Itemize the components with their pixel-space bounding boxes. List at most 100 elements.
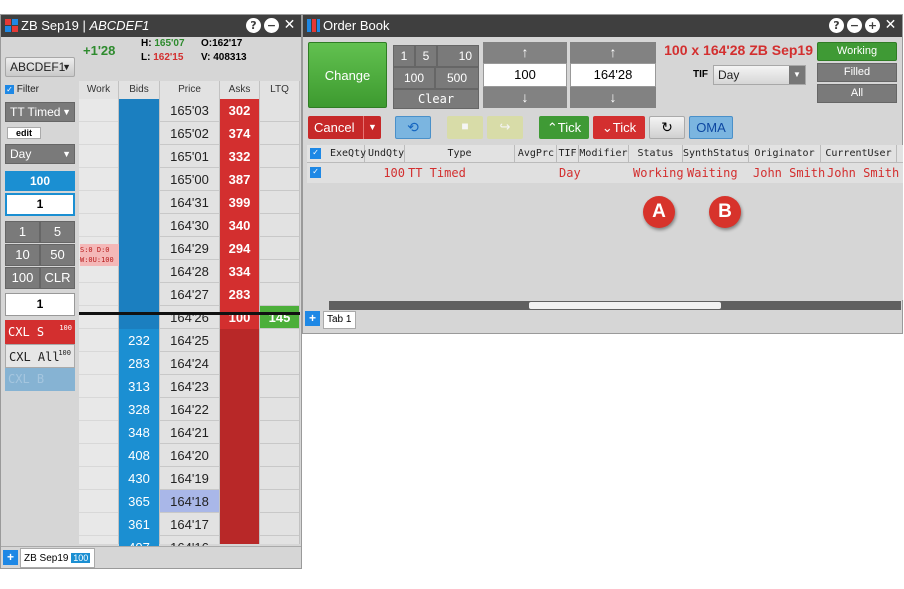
work-cell[interactable] — [79, 145, 118, 168]
work-cell[interactable] — [79, 122, 118, 145]
work-cell[interactable] — [79, 99, 118, 122]
bid-cell[interactable]: 408 — [119, 444, 159, 467]
select-all-checkbox[interactable]: ✓ — [310, 148, 321, 159]
help-icon[interactable]: ? — [246, 18, 261, 33]
cancel-all-button[interactable]: CXL All 100 — [5, 344, 75, 368]
work-cell[interactable] — [79, 444, 118, 467]
ob-qty-input[interactable]: 100 — [483, 63, 567, 87]
price-up-arrow-icon[interactable]: ↑ — [570, 42, 656, 63]
minimize-icon[interactable]: − — [264, 18, 279, 33]
price-cell[interactable]: 164'18 — [160, 490, 219, 513]
ltq-column[interactable]: 145 — [260, 99, 300, 559]
filter-checkbox[interactable]: ✓ Filter — [5, 84, 39, 95]
stop-icon[interactable]: ■ — [447, 116, 483, 139]
filter-all-button[interactable]: All — [817, 84, 897, 103]
scrollbar-thumb[interactable] — [529, 302, 721, 309]
price-column[interactable]: 165'03 165'02 165'01 165'00 164'31 164'30 164'… — [160, 99, 220, 559]
add-tab-icon[interactable]: + — [3, 550, 18, 565]
ask-cell[interactable]: 332 — [220, 145, 259, 168]
ask-cell[interactable] — [220, 375, 259, 398]
bid-cell[interactable] — [119, 214, 159, 237]
ladder-tab[interactable]: ZB Sep19 100 — [20, 548, 95, 568]
price-cell[interactable]: 164'21 — [160, 421, 219, 444]
price-cell[interactable]: 165'00 — [160, 168, 219, 191]
price-cell[interactable]: 164'25 — [160, 329, 219, 352]
help-icon[interactable]: ? — [829, 18, 844, 33]
bid-cell[interactable] — [119, 99, 159, 122]
ob-qty-button-1[interactable]: 1 — [393, 45, 415, 67]
price-cell[interactable]: 164'22 — [160, 398, 219, 421]
column-header-originator[interactable]: Originator — [749, 145, 821, 163]
work-cell[interactable] — [79, 375, 118, 398]
close-icon[interactable]: ✕ — [282, 18, 297, 33]
qty-button-100[interactable]: 100 — [5, 267, 40, 289]
bid-cell[interactable]: 365 — [119, 490, 159, 513]
bids-column[interactable]: 232283313328348408430365361407 — [119, 99, 160, 559]
qty-button-5[interactable]: 5 — [40, 221, 75, 243]
add-tab-icon[interactable]: + — [305, 311, 320, 326]
work-cell[interactable] — [79, 467, 118, 490]
price-cell[interactable]: 165'01 — [160, 145, 219, 168]
work-cell[interactable] — [79, 398, 118, 421]
ask-cell[interactable] — [220, 490, 259, 513]
column-header-synthstatus[interactable]: SynthStatus — [683, 145, 749, 163]
bid-cell[interactable] — [119, 260, 159, 283]
bid-cell[interactable]: 430 — [119, 467, 159, 490]
price-cell[interactable]: 164'28 — [160, 260, 219, 283]
minimize-icon[interactable]: − — [847, 18, 862, 33]
qty-down-arrow-icon[interactable]: ↓ — [483, 87, 567, 108]
row-checkbox[interactable]: ✓ — [310, 167, 321, 178]
work-cell[interactable] — [79, 352, 118, 375]
work-cell[interactable] — [79, 306, 118, 329]
maximize-icon[interactable]: + — [865, 18, 880, 33]
ask-cell[interactable]: 100 — [220, 306, 259, 329]
qty-input[interactable]: 1 — [5, 193, 75, 216]
asks-column[interactable]: 302 374 332 387 399 340 294 334 283 100 — [220, 99, 260, 544]
ask-cell[interactable]: 387 — [220, 168, 259, 191]
price-cell[interactable]: 165'03 — [160, 99, 219, 122]
column-header-type[interactable]: Type — [405, 145, 515, 163]
ob-qty-button-10[interactable]: 10 — [437, 45, 479, 67]
work-cell[interactable] — [79, 329, 118, 352]
close-icon[interactable]: ✕ — [883, 18, 898, 33]
price-cell[interactable]: 164'24 — [160, 352, 219, 375]
qty-button-1[interactable]: 1 — [5, 221, 40, 243]
bid-cell[interactable]: 348 — [119, 421, 159, 444]
price-cell[interactable]: 164'19 — [160, 467, 219, 490]
price-cell[interactable]: 164'26 — [160, 306, 219, 329]
horizontal-scrollbar[interactable] — [329, 301, 901, 310]
ask-cell[interactable] — [220, 329, 259, 352]
work-cell[interactable] — [79, 421, 118, 444]
orderbook-tab[interactable]: Tab 1 — [323, 311, 356, 329]
price-cell[interactable]: 164'23 — [160, 375, 219, 398]
column-header-modifier[interactable]: Modifier — [579, 145, 629, 163]
tif-select[interactable]: Day ▼ — [5, 144, 75, 164]
price-cell[interactable]: 165'02 — [160, 122, 219, 145]
working-order-tag[interactable]: S:0 D:0 W:0U:100 — [80, 244, 119, 266]
work-cell[interactable] — [79, 513, 118, 536]
filter-filled-button[interactable]: Filled — [817, 63, 897, 82]
bid-cell[interactable] — [119, 191, 159, 214]
bid-cell[interactable] — [119, 168, 159, 191]
bid-cell[interactable] — [119, 122, 159, 145]
ask-cell[interactable]: 302 — [220, 99, 259, 122]
order-type-select[interactable]: TT Timed ▼ — [5, 102, 75, 122]
ask-cell[interactable] — [220, 398, 259, 421]
ask-cell[interactable] — [220, 352, 259, 375]
filter-working-button[interactable]: Working — [817, 42, 897, 61]
ob-tif-select[interactable]: Day ▼ — [713, 65, 806, 85]
column-header-exeqty[interactable]: ExeQty — [327, 145, 366, 163]
ob-qty-button-100[interactable]: 100 — [393, 67, 435, 89]
ask-cell[interactable]: 334 — [220, 260, 259, 283]
bid-cell[interactable]: 361 — [119, 513, 159, 536]
column-header-tif[interactable]: TIF — [557, 145, 579, 163]
ob-price-input[interactable]: 164'28 — [570, 63, 656, 87]
price-down-arrow-icon[interactable]: ↓ — [570, 87, 656, 108]
edit-button[interactable]: edit — [7, 127, 41, 139]
ask-cell[interactable]: 399 — [220, 191, 259, 214]
bid-cell[interactable] — [119, 283, 159, 306]
bid-cell[interactable]: 313 — [119, 375, 159, 398]
refresh-clock-icon[interactable]: ⟲ — [395, 116, 431, 139]
work-cell[interactable] — [79, 283, 118, 306]
table-row[interactable]: ✓ 100 TT Timed Day Working Waiting John … — [307, 163, 903, 183]
